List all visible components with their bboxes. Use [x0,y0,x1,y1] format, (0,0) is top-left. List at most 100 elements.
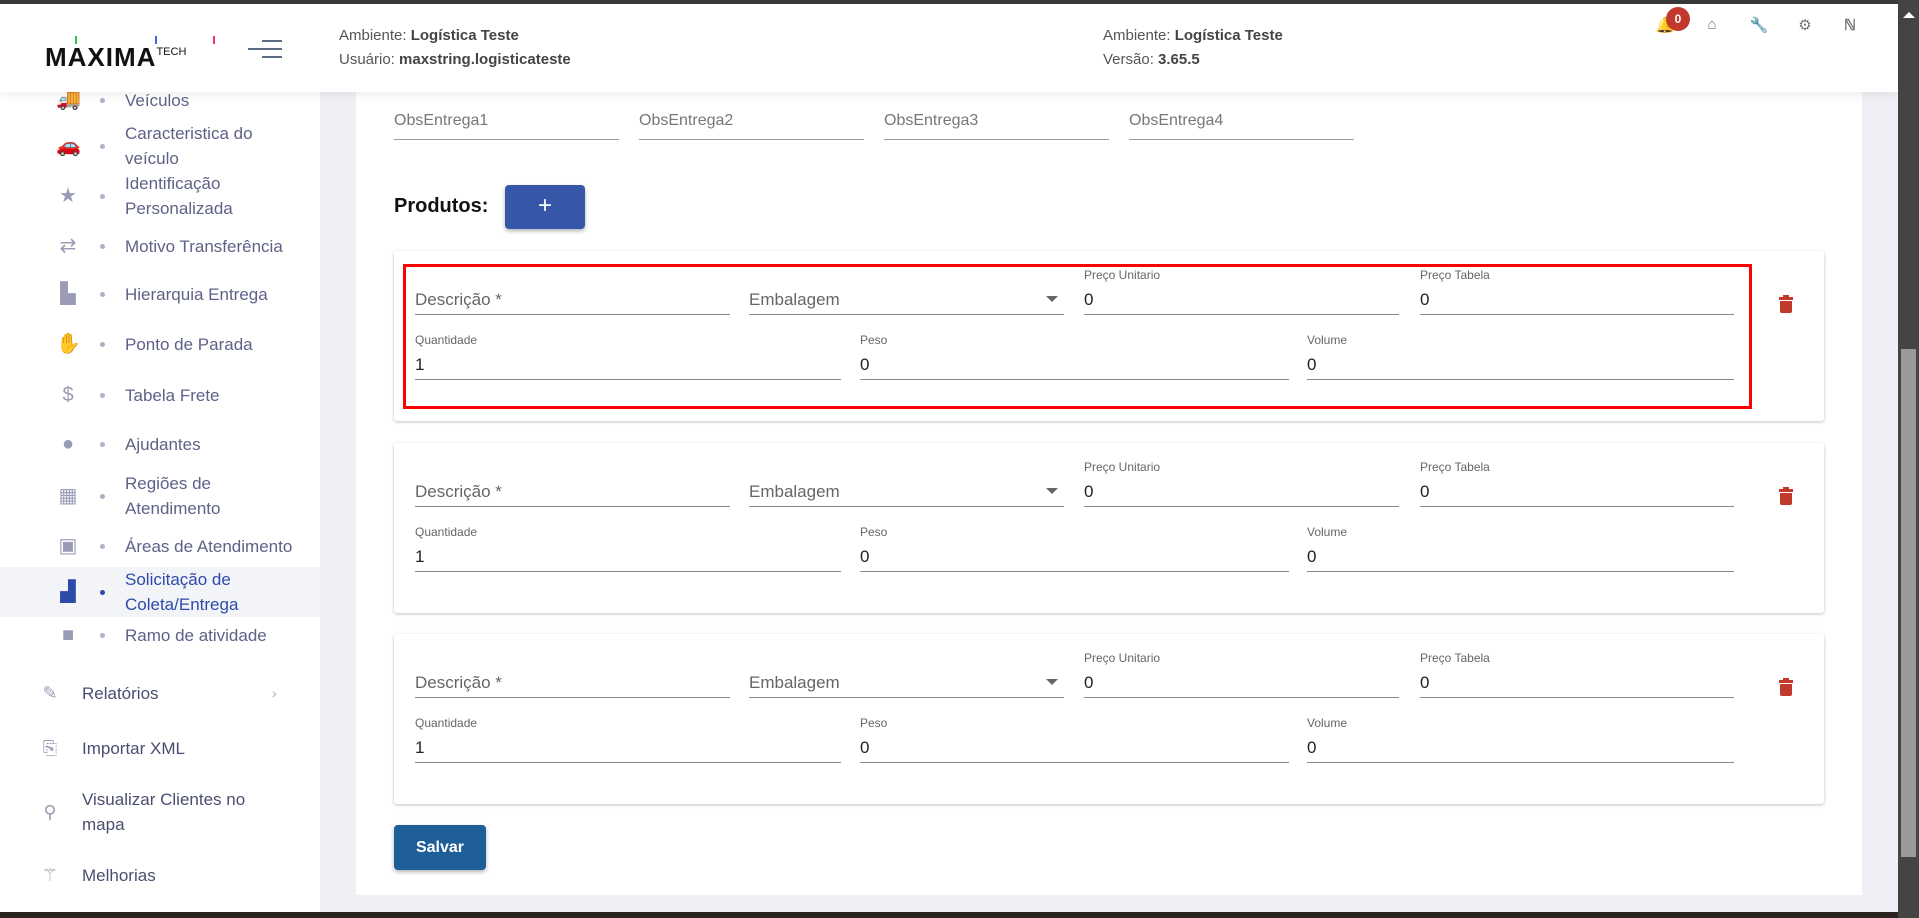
peso-field[interactable]: 0 [860,542,1289,572]
ambiente-label: Ambiente: [1103,27,1171,44]
volume-field[interactable]: 0 [1307,733,1734,763]
obs-entrega-field[interactable]: ObsEntrega4 [1129,110,1354,140]
menu-toggle-icon[interactable] [248,40,282,60]
preco-tabela-label: Preço Tabela [1420,460,1490,474]
caret-down-icon[interactable] [1046,488,1058,494]
quantidade-label: Quantidade [415,333,478,347]
descricao-field[interactable]: Descrição * [415,285,730,315]
logo-n-icon[interactable]: ℕ [1840,16,1860,36]
add-product-button[interactable]: + [505,185,585,229]
notification-badge: 0 [1666,7,1690,31]
magic-wand-icon: ⚚ [41,864,59,885]
scrollbar-thumb[interactable] [1901,349,1916,857]
volume-value: 0 [1307,738,1317,757]
volume-field[interactable]: 0 [1307,542,1734,572]
preco-unitario-field[interactable]: 0 [1084,668,1399,698]
preco-unitario-value: 0 [1084,673,1094,692]
sidebar: 🚚 Veículos 🚗 Caracteristica do veículo ★ Iden… [0,89,320,912]
quantidade-value: 1 [415,738,425,757]
peso-label: Peso [860,333,888,347]
logo-accent [75,36,77,44]
volume-label: Volume [1307,716,1348,730]
peso-field[interactable]: 0 [860,733,1289,763]
quantidade-value: 1 [415,547,425,566]
preco-unitario-field[interactable]: 0 [1084,477,1399,507]
logo-suffix: TECH [156,46,187,58]
bullet-dot [100,441,105,447]
preco-unitario-field[interactable]: 0 [1084,285,1399,315]
header-version-info: Ambiente: Logística Teste Versão: 3.65.5 [1103,24,1283,72]
bullet-dot [100,143,105,149]
peso-field[interactable]: 0 [860,350,1289,380]
embalagem-field[interactable]: Embalagem [749,477,1064,507]
descricao-field[interactable]: Descrição * [415,668,730,698]
wrench-icon[interactable]: 🔧 [1749,16,1769,36]
sidebar-item-label: Solicitação de Coleta/Entrega [125,570,239,614]
sidebar-item[interactable]: ▟ Solicitação de Coleta/Entrega [0,567,320,617]
sidebar-item[interactable]: ▦ Regiões de Atendimento [0,471,320,521]
trash-icon[interactable] [1779,487,1793,505]
embalagem-field[interactable]: Embalagem [749,668,1064,698]
caret-down-icon[interactable] [1046,296,1058,302]
versao-label: Versão: [1103,51,1154,68]
obs-entrega-field[interactable]: ObsEntrega3 [884,110,1109,140]
volume-value: 0 [1307,547,1317,566]
quantidade-field[interactable]: 1 [415,350,841,380]
bullet-dot [100,341,105,347]
sidebar-item-label: Regiões de Atendimento [125,474,221,518]
sidebar-item-label: Relatórios [82,683,159,703]
preco-tabela-field[interactable]: 0 [1420,477,1734,507]
sidebar-item[interactable]: $ Tabela Frete [0,380,320,410]
ambiente-value: Logística Teste [1174,27,1283,44]
obs-entrega-field[interactable]: ObsEntrega2 [639,110,864,140]
caret-down-icon[interactable] [1046,679,1058,685]
preco-tabela-field[interactable]: 0 [1420,668,1734,698]
sidebar-item-label: Visualizar Clientes no mapa [82,790,246,834]
trash-icon[interactable] [1779,295,1793,313]
usuario-label: Usuário: [339,51,395,68]
quantidade-field[interactable]: 1 [415,542,841,572]
sidebar-item[interactable]: ✎ Relatórios › [0,678,320,708]
sidebar-item-label: Tabela Frete [125,385,220,405]
usuario-value: maxstring.logisticateste [399,51,571,68]
quantidade-field[interactable]: 1 [415,733,841,763]
sidebar-item[interactable]: ⚚ Melhorias [0,860,320,890]
preco-unitario-label: Preço Unitario [1084,268,1161,282]
product-card: Descrição * Embalagem Preço Unitario 0 Preço… [394,443,1824,613]
sidebar-item[interactable]: ⚲ Visualizar Clientes no mapa [0,786,320,838]
product-card: Descrição * Embalagem Preço Unitario 0 Preço… [394,634,1824,804]
header-env-info: Ambiente: Logística Teste Usuário: maxst… [339,24,571,72]
scroll-up-arrow-icon[interactable] [1903,12,1915,18]
peso-value: 0 [860,547,870,566]
preco-unitario-label: Preço Unitario [1084,651,1161,665]
edit-icon: ✎ [42,682,58,703]
save-button[interactable]: Salvar [394,825,486,870]
preco-tabela-field[interactable]: 0 [1420,285,1734,315]
embalagem-field[interactable]: Embalagem [749,285,1064,315]
home-icon[interactable]: ⌂ [1702,16,1722,36]
sidebar-item[interactable]: ★ Identificação Personalizada [0,171,320,221]
bullet-dot [100,97,105,103]
pin-icon: ⚲ [43,801,57,822]
preco-tabela-value: 0 [1420,673,1430,692]
sidebar-item[interactable]: ⇄ Motivo Transferência [0,221,320,271]
gear-icon[interactable]: ⚙ [1795,16,1815,36]
sidebar-item[interactable]: ▣ Áreas de Atendimento [0,521,320,571]
trash-icon[interactable] [1779,678,1793,696]
bullet-dot [100,392,105,398]
embalagem-placeholder: Embalagem [749,482,840,501]
logo-text: MAXIMA [45,42,157,72]
sidebar-item[interactable]: ■ Ramo de atividade [0,620,320,650]
volume-field[interactable]: 0 [1307,350,1734,380]
descricao-field[interactable]: Descrição * [415,477,730,507]
sidebar-item[interactable]: ▙ Hierarquia Entrega [0,279,320,309]
maxima-tech-logo[interactable]: MAXIMATECH [45,36,215,73]
logo-accent [155,36,157,44]
sidebar-item[interactable]: ● Ajudantes [0,429,320,459]
sidebar-item[interactable]: ✋ Ponto de Parada [0,329,320,359]
preco-tabela-label: Preço Tabela [1420,268,1490,282]
sidebar-item[interactable]: ⎘ Importar XML [0,733,320,763]
embalagem-placeholder: Embalagem [749,673,840,692]
sidebar-item[interactable]: 🚗 Caracteristica do veículo [0,121,320,171]
obs-entrega-field[interactable]: ObsEntrega1 [394,110,619,140]
